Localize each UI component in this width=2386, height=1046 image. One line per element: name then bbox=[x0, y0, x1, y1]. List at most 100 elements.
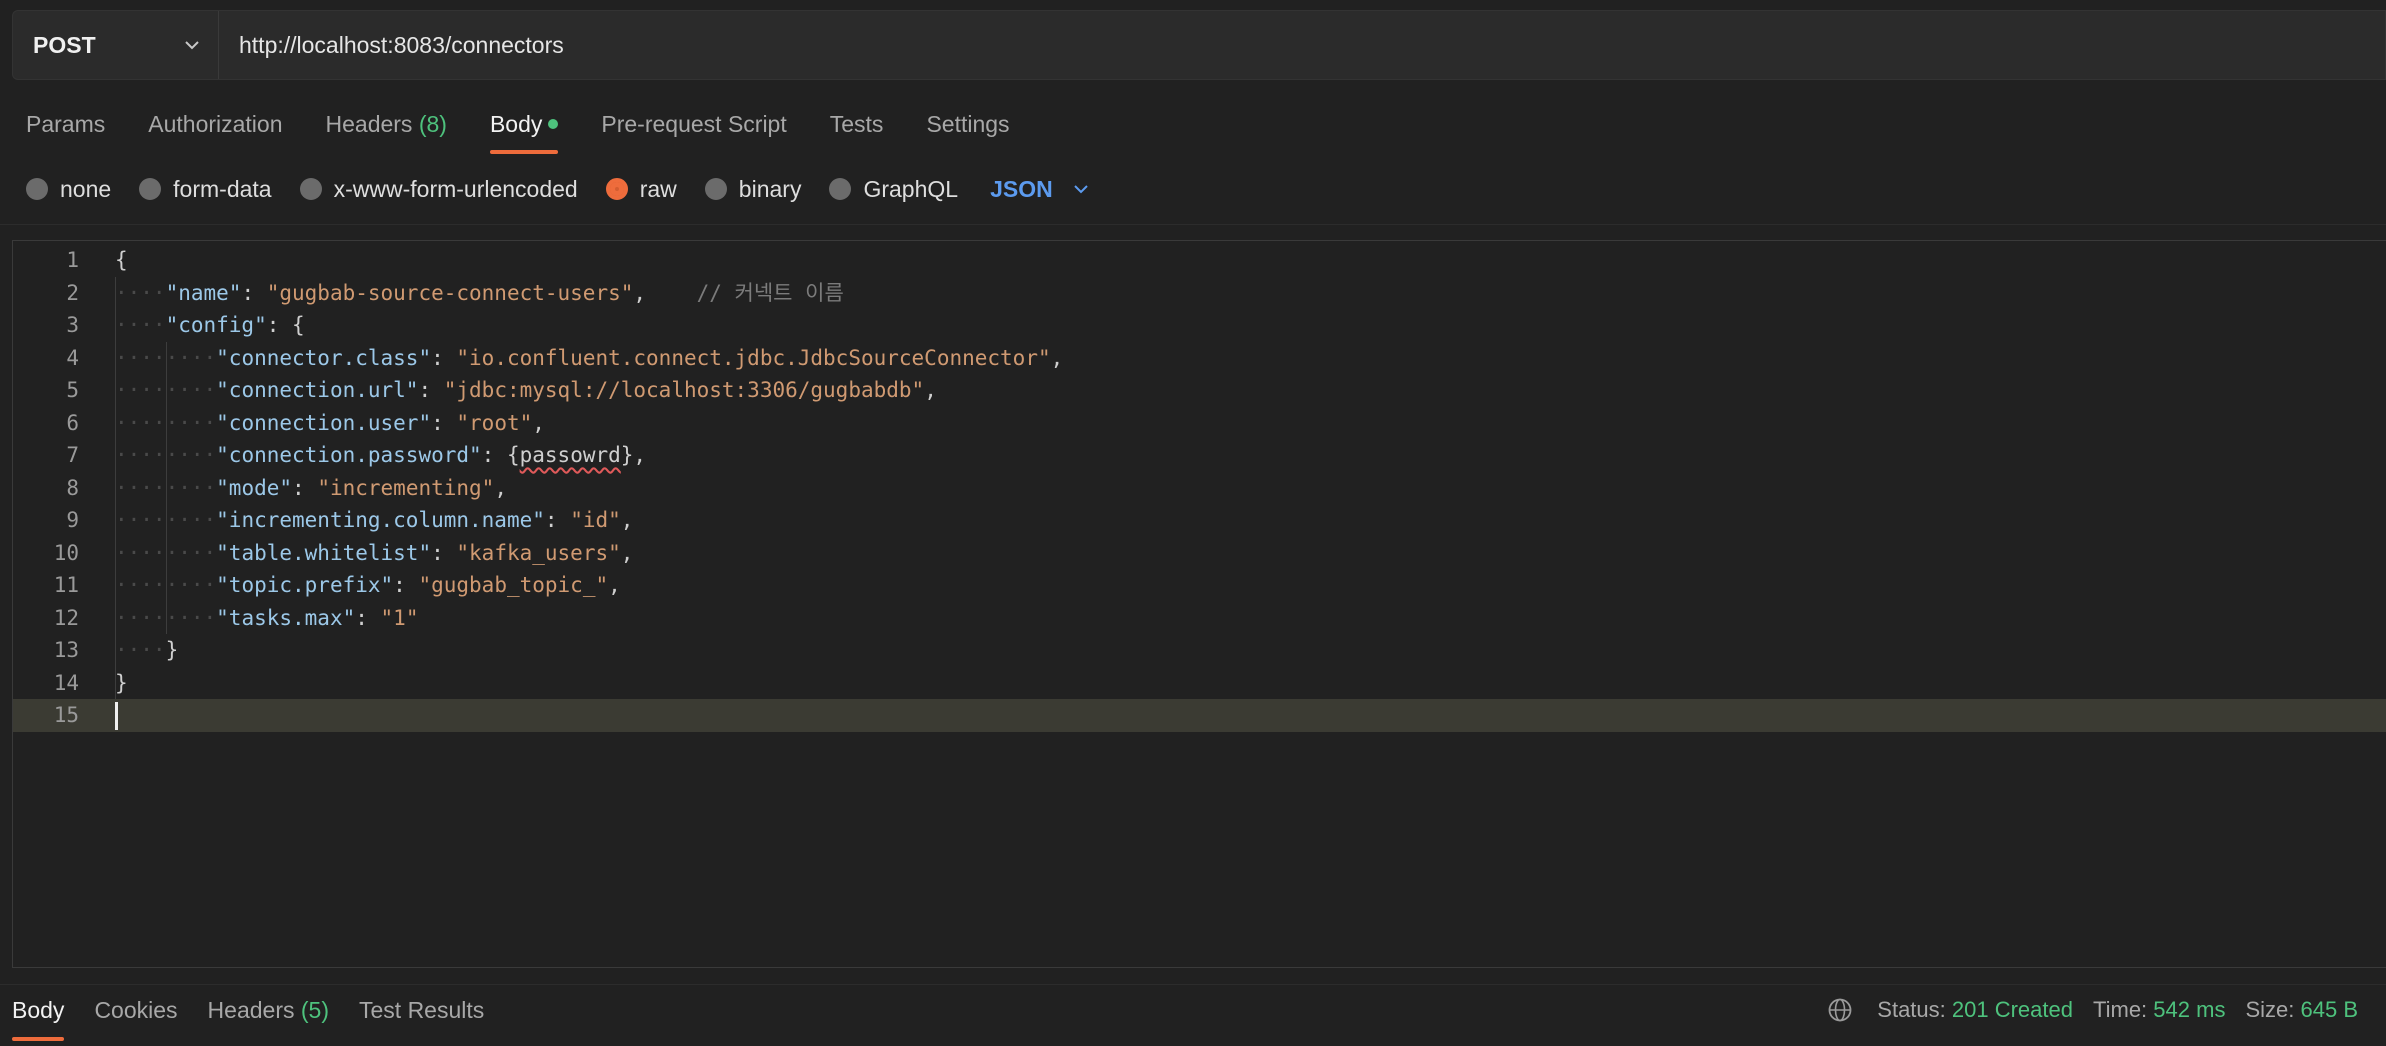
tab-pre-request-script[interactable]: Pre-request Script bbox=[601, 98, 786, 154]
code-text bbox=[115, 699, 118, 732]
code-line[interactable]: 1{ bbox=[13, 244, 2386, 277]
code-comment: // 커넥트 이름 bbox=[696, 280, 844, 305]
json-punctuation: : bbox=[292, 475, 318, 500]
code-line[interactable]: 14} bbox=[13, 667, 2386, 700]
json-key: "incrementing.column.name" bbox=[216, 508, 545, 532]
line-number: 15 bbox=[53, 703, 79, 727]
code-line[interactable]: 5 ········"connection.url": "jdbc:mysql:/… bbox=[13, 374, 2386, 407]
url-input[interactable]: http://localhost:8083/connectors bbox=[219, 11, 2385, 79]
response-tab-cookies[interactable]: Cookies bbox=[94, 985, 177, 1037]
time[interactable]: Time: 542 ms bbox=[2093, 997, 2225, 1023]
indent-whitespace: ···· bbox=[115, 345, 166, 370]
tab-params[interactable]: Params bbox=[26, 98, 105, 154]
indent-whitespace: ···· bbox=[115, 280, 166, 305]
json-punctuation: , bbox=[924, 378, 937, 402]
code-line[interactable]: 10 ········"table.whitelist": "kafka_user… bbox=[13, 537, 2386, 570]
line-number: 3 bbox=[66, 313, 79, 337]
body-option-binary[interactable]: binary bbox=[704, 176, 801, 203]
json-string: "io.confluent.connect.jdbc.JdbcSourceCon… bbox=[456, 345, 1051, 370]
line-number: 7 bbox=[66, 443, 79, 467]
code-line[interactable]: 11 ········"topic.prefix": "gugbab_topic_… bbox=[13, 569, 2386, 602]
tab-authorization[interactable]: Authorization bbox=[148, 98, 282, 154]
tab-tests[interactable]: Tests bbox=[830, 98, 884, 154]
code-line[interactable]: 12 ········"tasks.max": "1" bbox=[13, 602, 2386, 635]
body-option-urlencoded[interactable]: x-www-form-urlencoded bbox=[299, 176, 578, 203]
code-line[interactable]: 9 ········"incrementing.column.name": "id… bbox=[13, 504, 2386, 537]
text-caret bbox=[115, 702, 118, 730]
radio-icon bbox=[704, 178, 727, 200]
json-punctuation: , bbox=[494, 475, 507, 500]
indent-whitespace: ···· bbox=[115, 313, 166, 337]
line-number: 1 bbox=[66, 248, 79, 272]
tab-settings[interactable]: Settings bbox=[926, 98, 1009, 154]
json-key: "table.whitelist" bbox=[216, 540, 432, 565]
method-select[interactable]: POST bbox=[13, 11, 219, 79]
indent-whitespace: ···· bbox=[165, 475, 217, 500]
json-key: "connection.password" bbox=[216, 443, 482, 467]
divider bbox=[0, 224, 2386, 225]
json-key: "connection.url" bbox=[216, 378, 419, 402]
code-line[interactable]: 8 ········"mode": "incrementing", bbox=[13, 472, 2386, 505]
json-string: "jdbc:mysql://localhost:3306/gugbabdb" bbox=[443, 378, 925, 402]
chevron-down-icon bbox=[185, 41, 199, 50]
json-punctuation: , bbox=[532, 410, 545, 435]
json-key: "tasks.max" bbox=[216, 605, 356, 630]
code-line[interactable]: 2 ····"name": "gugbab-source-connect-user… bbox=[13, 277, 2386, 310]
line-number: 14 bbox=[53, 670, 79, 695]
code-text: } bbox=[115, 667, 128, 700]
headers-count: (8) bbox=[418, 111, 447, 137]
body-option-none[interactable]: none bbox=[26, 176, 111, 203]
json-punctuation: : bbox=[431, 345, 457, 370]
response-tab-headers[interactable]: Headers (5) bbox=[208, 985, 329, 1037]
json-punctuation: { bbox=[506, 443, 520, 467]
line-number: 10 bbox=[53, 540, 79, 565]
code-line[interactable]: 7 ········"connection.password": {passowr… bbox=[13, 439, 2386, 472]
indent-whitespace: ···· bbox=[165, 345, 217, 370]
code-line[interactable]: 15 bbox=[13, 699, 2386, 732]
code-line[interactable]: 6 ········"connection.user": "root", bbox=[13, 407, 2386, 440]
response-tab-test-results[interactable]: Test Results bbox=[359, 985, 484, 1037]
json-punctuation: , bbox=[608, 573, 621, 597]
json-punctuation: , bbox=[620, 508, 634, 532]
indent-whitespace: ···· bbox=[165, 540, 217, 565]
spelling-error: passowrd bbox=[519, 443, 621, 467]
globe-icon[interactable] bbox=[1827, 997, 1853, 1023]
response-tab-body[interactable]: Body bbox=[12, 985, 65, 1041]
code-text: ····} bbox=[115, 634, 178, 667]
json-punctuation: : bbox=[418, 378, 444, 402]
line-number: 12 bbox=[53, 605, 79, 630]
code-line[interactable]: 4 ········"connector.class": "io.confluen… bbox=[13, 342, 2386, 375]
modified-dot-icon bbox=[548, 118, 559, 129]
code-text: ····"config": { bbox=[115, 309, 305, 342]
radio-icon bbox=[139, 178, 162, 200]
tab-body[interactable]: Body bbox=[489, 98, 559, 154]
body-option-form-data[interactable]: form-data bbox=[139, 176, 272, 203]
json-string: "gugbab-source-connect-users" bbox=[266, 280, 634, 305]
json-punctuation: : { bbox=[266, 313, 305, 337]
indent-guide bbox=[115, 276, 116, 699]
code-text: ········"tasks.max": "1" bbox=[115, 602, 418, 635]
indent-whitespace: ···· bbox=[165, 378, 217, 402]
tab-headers[interactable]: Headers (8) bbox=[326, 98, 447, 154]
code-line[interactable]: 13 ····} bbox=[13, 634, 2386, 667]
format-select[interactable]: JSON bbox=[990, 176, 1091, 203]
code-editor[interactable]: 1{2 ····"name": "gugbab-source-connect-us… bbox=[12, 240, 2386, 968]
body-type-options: none form-data x-www-form-urlencoded raw… bbox=[26, 172, 1091, 206]
indent-whitespace: ···· bbox=[115, 638, 166, 662]
status-value: 201 Created bbox=[1951, 997, 2073, 1022]
json-string: "1" bbox=[380, 605, 419, 630]
body-option-raw[interactable]: raw bbox=[605, 176, 677, 203]
response-tabs: Body Cookies Headers (5) Test Results bbox=[12, 985, 514, 1041]
line-number: 5 bbox=[66, 378, 79, 402]
size[interactable]: Size: 645 B bbox=[2245, 997, 2358, 1023]
indent-whitespace: ···· bbox=[115, 410, 166, 435]
indent-whitespace: ···· bbox=[115, 508, 166, 532]
code-line[interactable]: 3 ····"config": { bbox=[13, 309, 2386, 342]
line-number: 8 bbox=[66, 475, 79, 500]
json-punctuation: , bbox=[1050, 345, 1064, 370]
json-punctuation: : bbox=[393, 573, 419, 597]
body-option-graphql[interactable]: GraphQL bbox=[829, 176, 958, 203]
indent-whitespace: ···· bbox=[115, 443, 166, 467]
code-text: ········"mode": "incrementing", bbox=[115, 472, 507, 505]
status[interactable]: Status: 201 Created bbox=[1877, 997, 2073, 1023]
